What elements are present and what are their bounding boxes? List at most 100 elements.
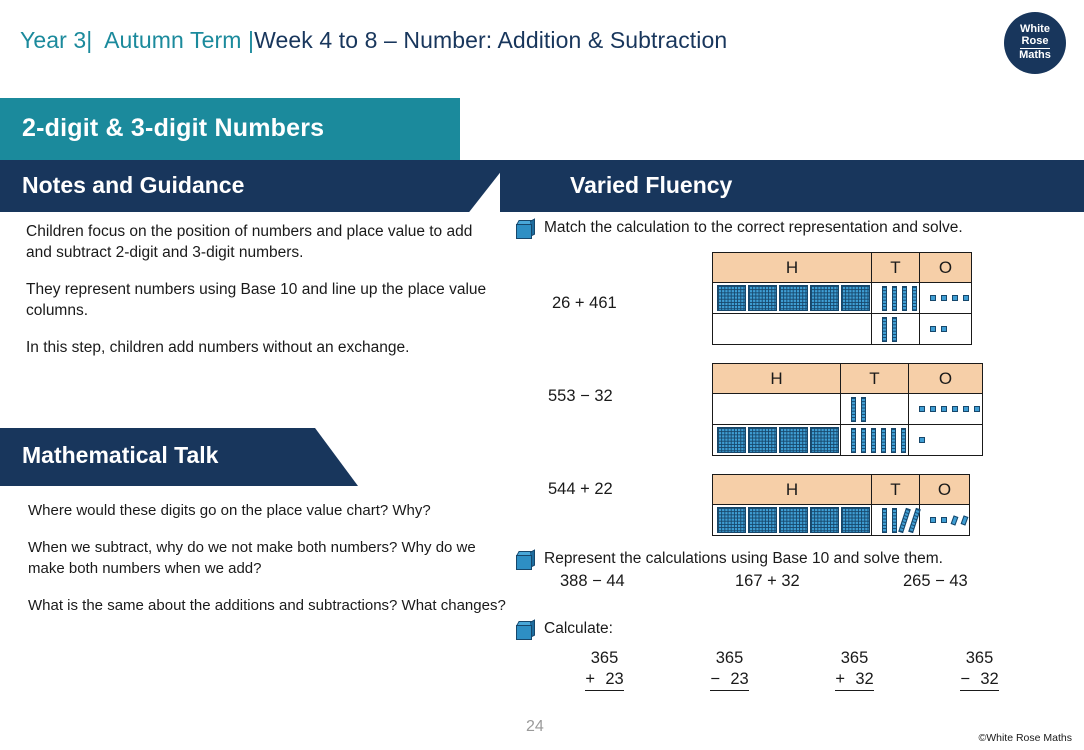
calculation-label-3: 544 + 22 — [548, 480, 613, 498]
column-header-o: O — [919, 474, 970, 505]
column-sum-bottom-row: +23 — [585, 669, 624, 692]
hundreds-cell — [712, 282, 872, 314]
ones-cell — [919, 282, 972, 314]
question-3-block: Calculate: — [514, 619, 1074, 647]
hundreds-cell — [712, 504, 872, 536]
column-sum-bottom: 32 — [980, 669, 999, 688]
table-row: H T O — [712, 363, 983, 394]
varied-fluency-heading: Varied Fluency — [570, 172, 733, 198]
ones-cell — [919, 504, 970, 536]
logo-line-1: White — [1020, 22, 1050, 35]
table-row — [712, 393, 983, 425]
base10-rods — [872, 285, 919, 311]
hundreds-cell — [712, 424, 841, 456]
notes-paragraph-1: Children focus on the position of number… — [26, 223, 473, 261]
mathematical-talk-banner: Mathematical Talk — [0, 428, 358, 486]
header-term: Autumn Term — [104, 27, 242, 53]
column-header-t: T — [871, 474, 920, 505]
column-sum-bottom-row: −23 — [710, 669, 749, 692]
header-sep-1: | — [86, 27, 93, 53]
column-sum-top: 365 — [840, 649, 869, 667]
ones-cell — [908, 393, 983, 425]
base10-flats — [713, 285, 871, 311]
base10-rods — [841, 396, 908, 422]
varied-fluency-banner: Varied Fluency — [500, 160, 1084, 212]
question-2-text: Represent the calculations using Base 10… — [544, 550, 943, 567]
q2-calculation-2: 167 + 32 — [735, 572, 800, 590]
math-talk-paragraph-1: Where would these digits go on the place… — [28, 502, 431, 519]
notes-heading: Notes and Guidance — [22, 172, 245, 198]
math-talk-paragraph-3: What is the same about the additions and… — [28, 597, 506, 614]
question-1-row: Match the calculation to the correct rep… — [514, 218, 1074, 240]
base10-rods — [872, 507, 921, 533]
table-row — [712, 282, 972, 314]
column-sum-operator: + — [585, 669, 595, 688]
lesson-title: 2-digit & 3-digit Numbers — [22, 114, 325, 142]
column-sum-top: 365 — [715, 649, 744, 667]
column-sum-bottom: 32 — [855, 669, 874, 688]
calculation-label-2: 553 − 32 — [548, 387, 613, 405]
tens-cell — [840, 424, 909, 456]
column-sum-bottom: 23 — [730, 669, 749, 688]
calculation-label-1: 26 + 461 — [552, 294, 617, 312]
header-title-line: Year 3| Autumn Term |Week 4 to 8 – Numbe… — [20, 27, 727, 54]
table-row: H T O — [712, 474, 970, 505]
q2-calculation-3: 265 − 43 — [903, 572, 968, 590]
lesson-title-banner: 2-digit & 3-digit Numbers — [0, 98, 460, 160]
white-rose-maths-logo: White Rose Maths — [1004, 12, 1066, 74]
column-header-h: H — [712, 252, 872, 283]
question-3-calculations: 365 +23 365 −23 365 +32 365 −32 — [542, 648, 1082, 692]
column-sum-top: 365 — [590, 649, 619, 667]
column-sum-1: 365 +23 — [542, 648, 667, 692]
column-header-h: H — [712, 363, 841, 394]
notes-paragraph-2: They represent numbers using Base 10 and… — [26, 280, 487, 319]
column-header-t: T — [871, 252, 920, 283]
header-week: Week 4 to 8 – Number: Addition & Subtrac… — [254, 27, 728, 53]
question-1-text: Match the calculation to the correct rep… — [544, 219, 963, 236]
column-sum-operator: + — [835, 669, 845, 688]
base10-cube-icon — [514, 218, 535, 240]
column-sum-4: 365 −32 — [917, 648, 1042, 692]
logo-line-3: Maths — [1019, 49, 1051, 62]
column-sum-bottom-row: −32 — [960, 669, 999, 692]
tens-cell — [840, 393, 909, 425]
table-row — [712, 504, 970, 536]
base10-ones — [909, 406, 982, 412]
question-2-calculations: 388 − 44 167 + 32 265 − 43 — [560, 572, 1080, 591]
page-header: Year 3| Autumn Term |Week 4 to 8 – Numbe… — [0, 0, 1084, 85]
column-sum-3: 365 +32 — [792, 648, 917, 692]
notes-and-guidance-banner: Notes and Guidance — [0, 160, 510, 212]
question-2-row: Represent the calculations using Base 10… — [514, 549, 1074, 571]
question-3-row: Calculate: — [514, 619, 1074, 641]
base10-rods — [841, 427, 908, 453]
base10-ones — [920, 326, 971, 332]
place-value-table-1: H T O — [712, 252, 972, 345]
varied-fluency-body: Match the calculation to the correct rep… — [514, 218, 1074, 246]
tens-cell — [871, 313, 920, 345]
base10-cube-icon — [514, 619, 535, 641]
page-number: 24 — [526, 718, 544, 735]
base10-cube-icon — [514, 549, 535, 571]
column-header-o: O — [908, 363, 983, 394]
q2-calculation-1: 388 − 44 — [560, 572, 625, 590]
hundreds-cell — [712, 393, 841, 425]
ones-cell — [908, 424, 983, 456]
tens-cell — [871, 504, 921, 536]
column-sum-operator: − — [960, 669, 970, 688]
logo-line-2: Rose — [1021, 34, 1049, 47]
place-value-table-2: H T O — [712, 363, 983, 456]
mathematical-talk-body: Where would these digits go on the place… — [28, 500, 508, 632]
base10-ones — [920, 514, 969, 526]
table-row — [712, 313, 972, 345]
math-talk-paragraph-2: When we subtract, why do we not make bot… — [28, 539, 476, 577]
question-3-text: Calculate: — [544, 620, 613, 637]
column-sum-2: 365 −23 — [667, 648, 792, 692]
copyright-text: ©White Rose Maths — [978, 732, 1072, 744]
base10-flats — [713, 507, 871, 533]
mathematical-talk-heading: Mathematical Talk — [22, 442, 219, 468]
column-header-h: H — [712, 474, 872, 505]
column-header-o: O — [919, 252, 972, 283]
notes-body: Children focus on the position of number… — [26, 222, 502, 375]
place-value-table-3: H T O — [712, 474, 970, 536]
base10-ones — [909, 437, 982, 443]
